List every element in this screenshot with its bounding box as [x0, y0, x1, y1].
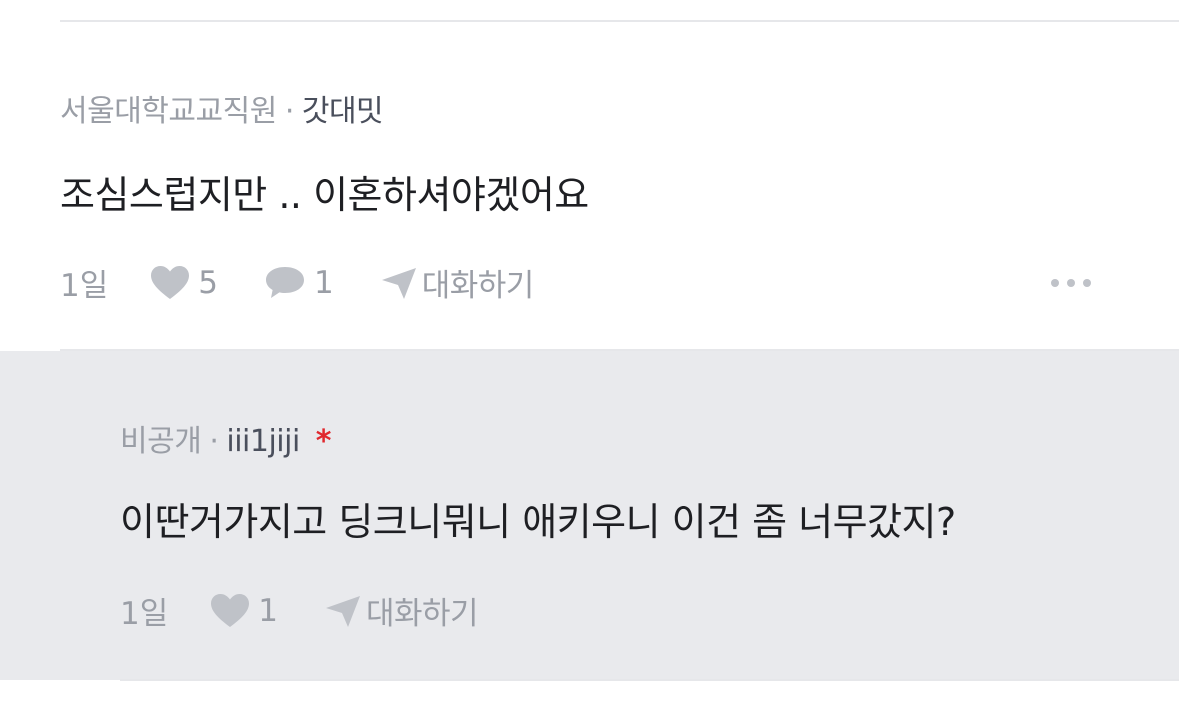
reply-count-button[interactable]: 1 [264, 265, 334, 301]
paper-plane-icon [381, 267, 416, 299]
reply-text: 이딴거가지고 딩크니뭐니 애키우니 이건 좀 너무갔지? [120, 500, 956, 544]
comment-text: 조심스럽지만 .. 이혼하셔야겠어요 [60, 173, 589, 217]
chat-button[interactable]: 대화하기 [380, 260, 534, 305]
comment-actions: 1일 5 1 대화하기 [60, 260, 580, 305]
chat-button[interactable]: 대화하기 [324, 588, 479, 633]
comment: 서울대학교교직원 · 갓대밋 조심스럽지만 .. 이혼하셔야겠어요 1일 5 1 대… [0, 22, 1179, 350]
paper-plane-icon [325, 595, 360, 627]
author-nickname[interactable]: 갓대밋 [302, 94, 384, 129]
author-name[interactable]: 비공개 [120, 424, 202, 459]
author-nickname[interactable]: iii1jiji [226, 424, 300, 459]
like-count: 5 [198, 264, 218, 301]
reply-count: 1 [313, 264, 334, 301]
meta-separator: · [209, 424, 219, 459]
like-count: 1 [258, 592, 278, 629]
reply-date: 1일 [120, 596, 169, 632]
comment-meta: 서울대학교교직원 · 갓대밋 [60, 86, 384, 130]
meta-separator: · [284, 94, 295, 129]
author-name[interactable]: 서울대학교교직원 [60, 94, 277, 129]
chat-label: 대화하기 [421, 268, 535, 304]
reply-actions: 1일 1 대화하기 [120, 588, 524, 633]
reply-meta: 비공개 · iii1jiji * [120, 416, 332, 460]
bottom-divider [120, 679, 1179, 681]
writer-mark: * [315, 424, 332, 459]
heart-icon [151, 265, 190, 299]
chat-label: 대화하기 [365, 596, 479, 632]
like-button[interactable]: 5 [150, 265, 218, 301]
heart-icon [211, 593, 250, 627]
more-dots-icon[interactable] [1051, 279, 1091, 287]
like-button[interactable]: 1 [210, 593, 278, 629]
comment-date: 1일 [60, 268, 109, 304]
speech-bubble-icon [265, 266, 304, 298]
reply: 비공개 · iii1jiji * 이딴거가지고 딩크니뭐니 애키우니 이건 좀 너무갔… [0, 351, 1179, 680]
